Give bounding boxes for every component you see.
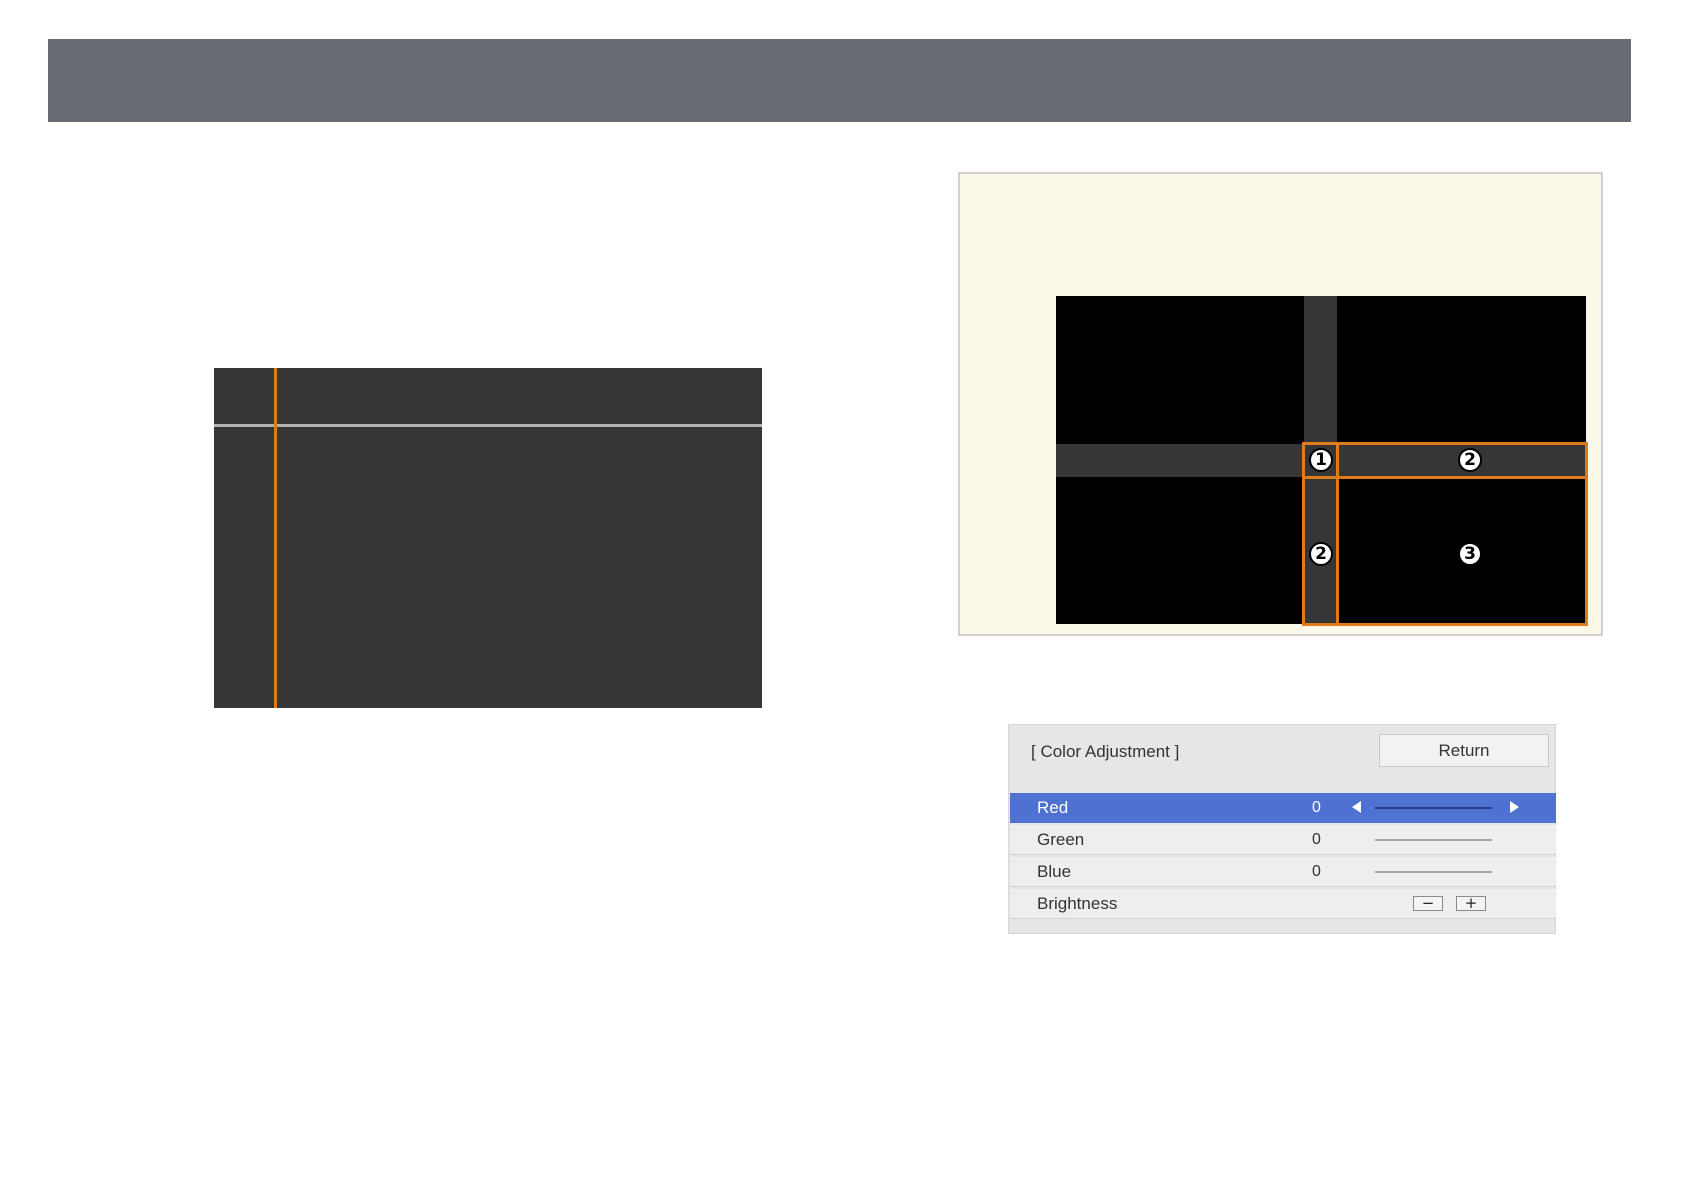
row-label-green: Green	[1037, 830, 1085, 849]
row-value-green: 0	[1312, 831, 1321, 848]
callout-2-left: 2	[1309, 542, 1333, 566]
green-slider[interactable]	[1375, 839, 1492, 841]
blue-slider[interactable]	[1375, 871, 1492, 873]
color-adjustment-menu: [ Color Adjustment ] Return Red 0 Green …	[1008, 724, 1556, 934]
menu-row-blue[interactable]: Blue 0	[1010, 857, 1556, 887]
arrow-left-icon[interactable]	[1352, 801, 1361, 813]
brightness-plus-button[interactable]: +	[1456, 896, 1486, 911]
red-slider[interactable]	[1375, 807, 1492, 809]
menu-row-green[interactable]: Green 0	[1010, 825, 1556, 855]
callout-1: 1	[1309, 448, 1333, 472]
menu-title: [ Color Adjustment ]	[1031, 742, 1180, 761]
menu-row-red[interactable]: Red 0	[1010, 793, 1556, 823]
brightness-minus-button[interactable]: −	[1413, 896, 1443, 911]
row-label-blue: Blue	[1037, 862, 1072, 881]
callout-2-top: 2	[1458, 448, 1482, 472]
header-bar	[48, 39, 1631, 122]
blending-diagram: 1 2 2 3	[1056, 296, 1588, 626]
row-value-blue: 0	[1312, 863, 1321, 880]
row-label-brightness: Brightness	[1037, 894, 1118, 913]
menu-row-brightness[interactable]: Brightness − +	[1010, 889, 1556, 919]
row-label-red: Red	[1037, 798, 1069, 817]
horizontal-guide-line	[214, 424, 762, 427]
projected-screen-illustration	[214, 368, 762, 708]
vertical-guide-line	[274, 368, 277, 708]
callout-3: 3	[1458, 542, 1482, 566]
arrow-right-icon[interactable]	[1510, 801, 1519, 813]
return-button[interactable]: Return	[1379, 734, 1549, 767]
row-value-red: 0	[1312, 799, 1321, 816]
